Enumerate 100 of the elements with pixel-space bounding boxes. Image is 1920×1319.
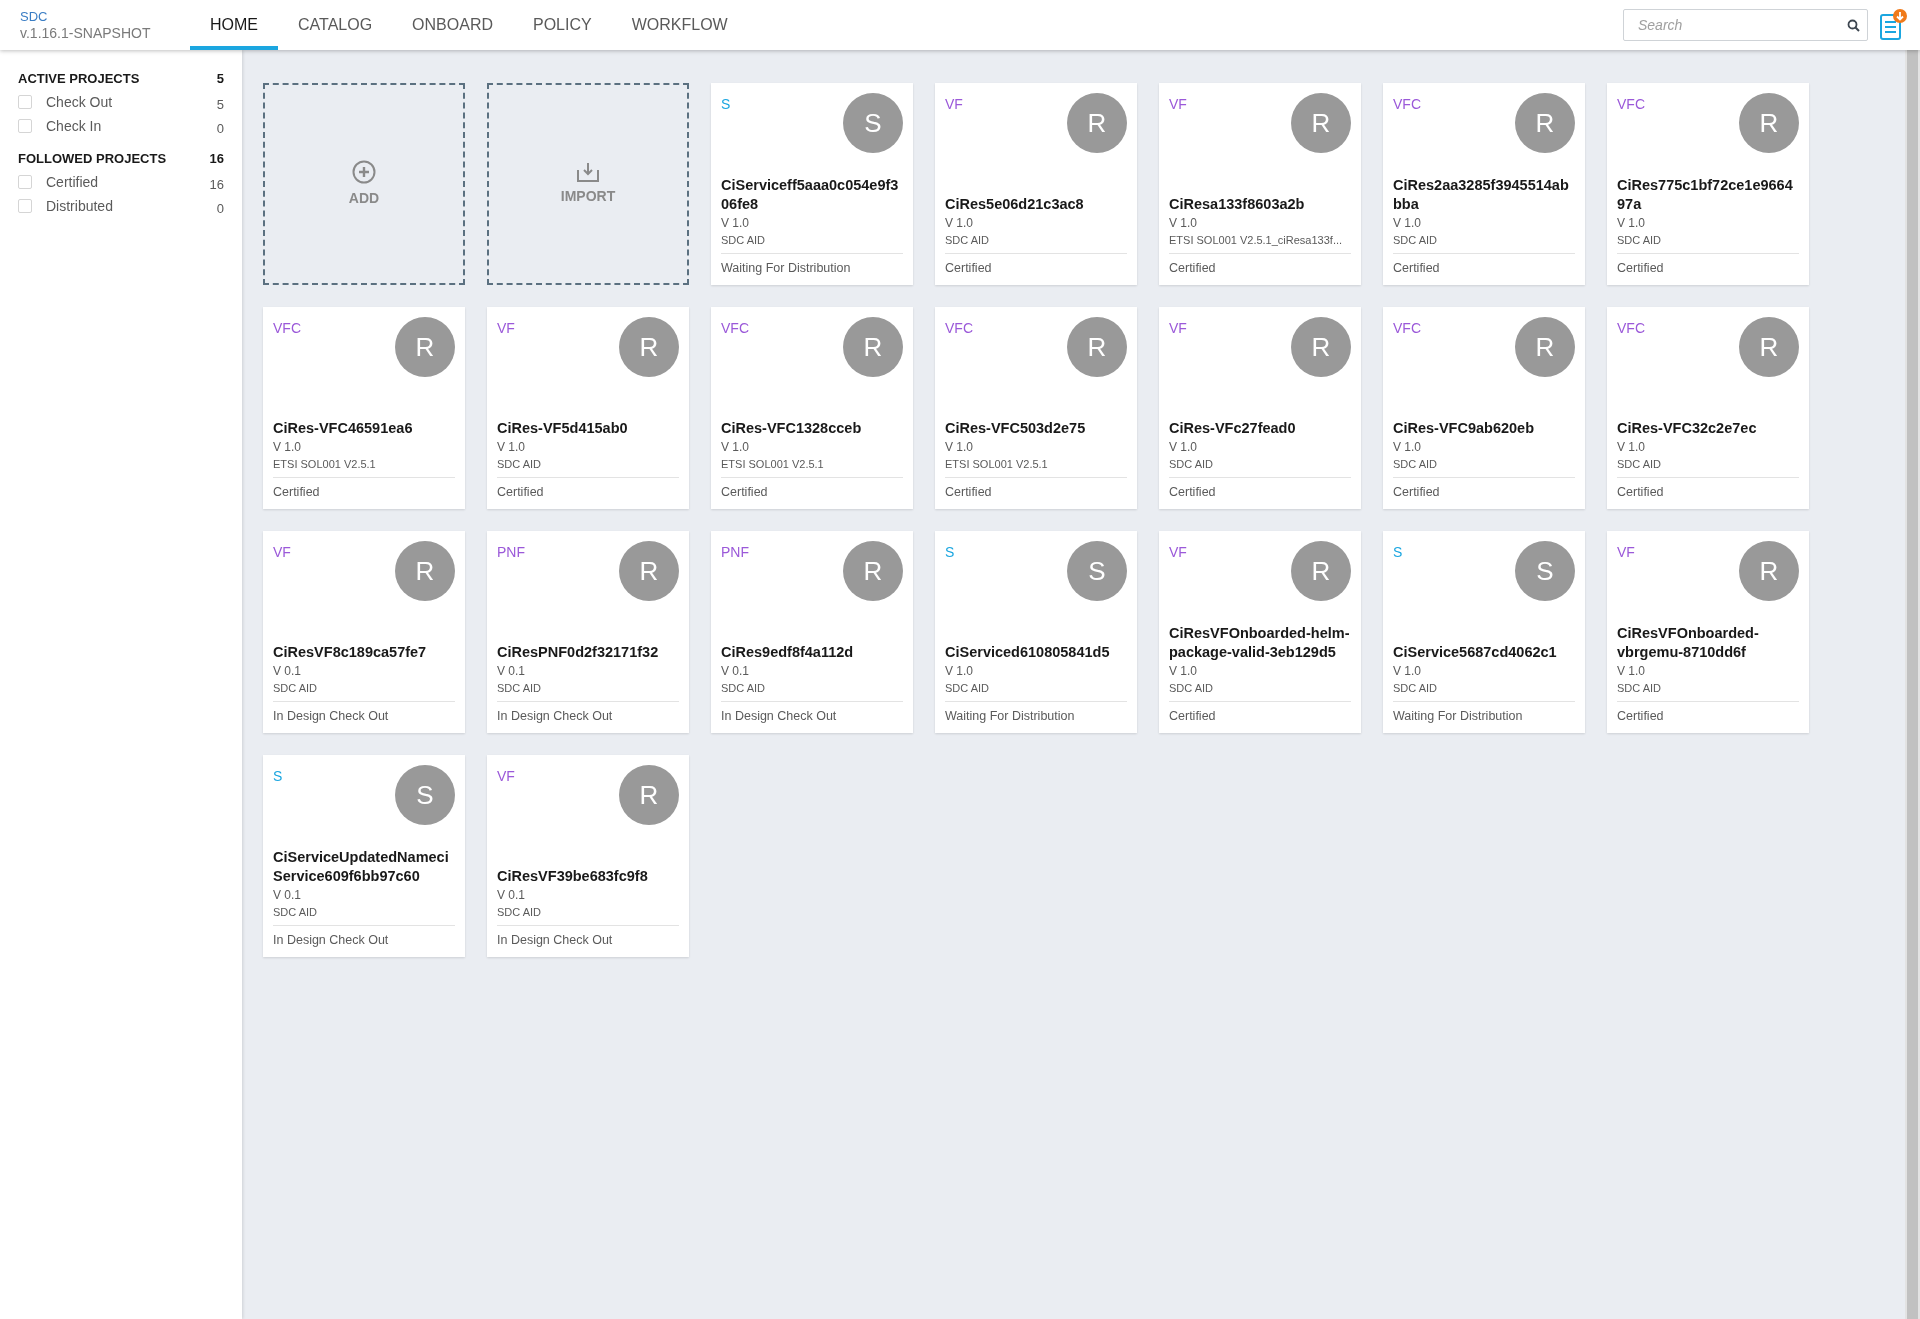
nav-tab[interactable]: CATALOG xyxy=(278,0,393,50)
type-label: VF xyxy=(273,543,291,562)
avatar: S xyxy=(1515,541,1575,601)
asset-card[interactable]: VFC R CiRes-VFC503d2e75 V 1.0 ETSI SOL001 V2.5.1 Certified xyxy=(935,307,1137,509)
avatar: R xyxy=(1291,93,1351,153)
filter-checkbox[interactable] xyxy=(18,119,32,133)
avatar: R xyxy=(1291,317,1351,377)
type-label: S xyxy=(945,543,955,562)
vendor-label: SDC AID xyxy=(1169,456,1351,478)
section-count: 5 xyxy=(216,70,224,89)
avatar: R xyxy=(1515,93,1575,153)
nav-tab[interactable]: WORKFLOW xyxy=(611,0,748,50)
asset-name: CiService5687cd4062c1 xyxy=(1393,643,1558,662)
type-label: S xyxy=(721,95,731,114)
type-label: VFC xyxy=(1617,95,1645,114)
search-field[interactable]: Search xyxy=(1623,9,1868,41)
avatar: R xyxy=(1067,93,1127,153)
notes-download-icon[interactable] xyxy=(1880,9,1908,41)
asset-name: CiRes-VFC503d2e75 xyxy=(945,419,1087,438)
type-label: VF xyxy=(497,319,515,338)
status-label: Waiting For Distribution xyxy=(721,260,852,277)
vendor-label: SDC AID xyxy=(1169,680,1351,702)
asset-card[interactable]: S S CiServiceUpdatedNameciService609f6bb97c60 V 0.1 SDC AID In Design Check Out xyxy=(263,755,465,957)
version-label: V 1.0 xyxy=(1169,439,1199,456)
vendor-label: SDC AID xyxy=(1393,456,1575,478)
avatar: S xyxy=(1067,541,1127,601)
scrollbar[interactable] xyxy=(1905,50,1920,1319)
asset-name: CiRes-VFC32c2e7ec xyxy=(1617,419,1758,438)
asset-name: CiRes-VFC46591ea6 xyxy=(273,419,414,438)
asset-card[interactable]: VFC R CiRes-VFC1328cceb V 1.0 ETSI SOL001 V2.5.1 Certified xyxy=(711,307,913,509)
filter-count: 0 xyxy=(216,200,224,219)
filter-checkbox[interactable] xyxy=(18,95,32,109)
vendor-label: SDC AID xyxy=(497,456,679,478)
asset-card[interactable]: S S CiServiced610805841d5 V 1.0 SDC AID Waiting For Distribution xyxy=(935,531,1137,733)
vendor-label: SDC AID xyxy=(273,904,455,926)
asset-card[interactable]: VFC R CiRes-VFC32c2e7ec V 1.0 SDC AID Certified xyxy=(1607,307,1809,509)
filter-label[interactable]: Check In xyxy=(46,115,217,137)
avatar: R xyxy=(1739,93,1799,153)
vendor-label: ETSI SOL001 V2.5.1 xyxy=(945,456,1127,478)
asset-name: CiRes-VF5d415ab0 xyxy=(497,419,629,438)
asset-card[interactable]: S S CiServiceff5aaa0c054e9f306fe8 V 1.0 SDC AID Waiting For Distribution xyxy=(711,83,913,285)
status-label: Certified xyxy=(721,484,769,501)
version-label: V 1.0 xyxy=(945,663,975,680)
vendor-label: SDC AID xyxy=(721,232,903,254)
type-label: VFC xyxy=(945,319,973,338)
asset-name: CiResVF8c189ca57fe7 xyxy=(273,643,428,662)
filter-checkbox[interactable] xyxy=(18,175,32,189)
asset-card[interactable]: S S CiService5687cd4062c1 V 1.0 SDC AID Waiting For Distribution xyxy=(1383,531,1585,733)
type-label: S xyxy=(1393,543,1403,562)
asset-card[interactable]: VF R CiResVFOnboarded-vbrgemu-8710dd6f V 1.0 SDC AID Certified xyxy=(1607,531,1809,733)
status-label: Certified xyxy=(1617,484,1665,501)
status-label: Certified xyxy=(1169,260,1217,277)
status-label: Waiting For Distribution xyxy=(945,708,1076,725)
asset-card[interactable]: VF R CiResVFOnboarded-helm-package-valid-3eb129d5 V 1.0 SDC AID Certified xyxy=(1159,531,1361,733)
nav-tab[interactable]: POLICY xyxy=(513,0,612,50)
filter-label[interactable]: Certified xyxy=(46,171,210,193)
avatar: R xyxy=(395,541,455,601)
asset-card[interactable]: VF R CiRes5e06d21c3ac8 V 1.0 SDC AID Certified xyxy=(935,83,1137,285)
asset-card[interactable]: VFC R CiRes-VFC9ab620eb V 1.0 SDC AID Certified xyxy=(1383,307,1585,509)
status-label: In Design Check Out xyxy=(497,708,614,725)
section-count: 16 xyxy=(209,150,224,169)
filter-label[interactable]: Distributed xyxy=(46,195,217,217)
type-label: VF xyxy=(497,767,515,786)
asset-card[interactable]: VFC R CiRes-VFC46591ea6 V 1.0 ETSI SOL001 V2.5.1 Certified xyxy=(263,307,465,509)
filter-checkbox[interactable] xyxy=(18,199,32,213)
status-label: In Design Check Out xyxy=(721,708,838,725)
version-label: V 1.0 xyxy=(1617,663,1647,680)
asset-card[interactable]: VFC R CiRes2aa3285f3945514abbba V 1.0 SDC AID Certified xyxy=(1383,83,1585,285)
version-label: V 1.0 xyxy=(1617,439,1647,456)
type-label: VF xyxy=(1169,543,1187,562)
version-label: V 0.1 xyxy=(721,663,751,680)
avatar: R xyxy=(1515,317,1575,377)
asset-card[interactable]: VF R CiResVF8c189ca57fe7 V 0.1 SDC AID In Design Check Out xyxy=(263,531,465,733)
type-label: VF xyxy=(1169,319,1187,338)
vendor-label: SDC AID xyxy=(721,680,903,702)
filter-label[interactable]: Check Out xyxy=(46,91,217,113)
asset-name: CiRes-VFC9ab620eb xyxy=(1393,419,1536,438)
asset-card[interactable]: VF R CiRes-VF5d415ab0 V 1.0 SDC AID Certified xyxy=(487,307,689,509)
status-label: Certified xyxy=(1169,708,1217,725)
vendor-label: ETSI SOL001 V2.5.1_ciResa133f... xyxy=(1169,232,1351,254)
asset-card[interactable]: PNF R CiRes9edf8f4a112d V 0.1 SDC AID In Design Check Out xyxy=(711,531,913,733)
asset-card[interactable]: VF R CiRes-VFc27fead0 V 1.0 SDC AID Certified xyxy=(1159,307,1361,509)
asset-card[interactable]: VF R CiResa133f8603a2b V 1.0 ETSI SOL001 V2.5.1_ciResa133f... Certified xyxy=(1159,83,1361,285)
type-label: VFC xyxy=(273,319,301,338)
avatar: R xyxy=(1291,541,1351,601)
nav-tab[interactable]: ONBOARD xyxy=(392,0,513,50)
asset-name: CiRes2aa3285f3945514abbba xyxy=(1393,176,1570,214)
type-label: VFC xyxy=(1393,319,1421,338)
status-label: In Design Check Out xyxy=(273,932,390,949)
status-label: Certified xyxy=(273,484,321,501)
type-label: S xyxy=(273,767,283,786)
asset-card[interactable]: VF R CiResVF39be683fc9f8 V 0.1 SDC AID In Design Check Out xyxy=(487,755,689,957)
section-title: FOLLOWED PROJECTS xyxy=(18,150,167,169)
import-icon xyxy=(577,161,599,182)
asset-card[interactable]: PNF R CiResPNF0d2f32171f32 V 0.1 SDC AID In Design Check Out xyxy=(487,531,689,733)
asset-card[interactable]: VFC R CiRes775c1bf72ce1e966497a V 1.0 SDC AID Certified xyxy=(1607,83,1809,285)
asset-name: CiResPNF0d2f32171f32 xyxy=(497,643,660,662)
version-label: V 1.0 xyxy=(945,439,975,456)
version-label: V 1.0 xyxy=(721,439,751,456)
version-label: V 1.0 xyxy=(1169,215,1199,232)
